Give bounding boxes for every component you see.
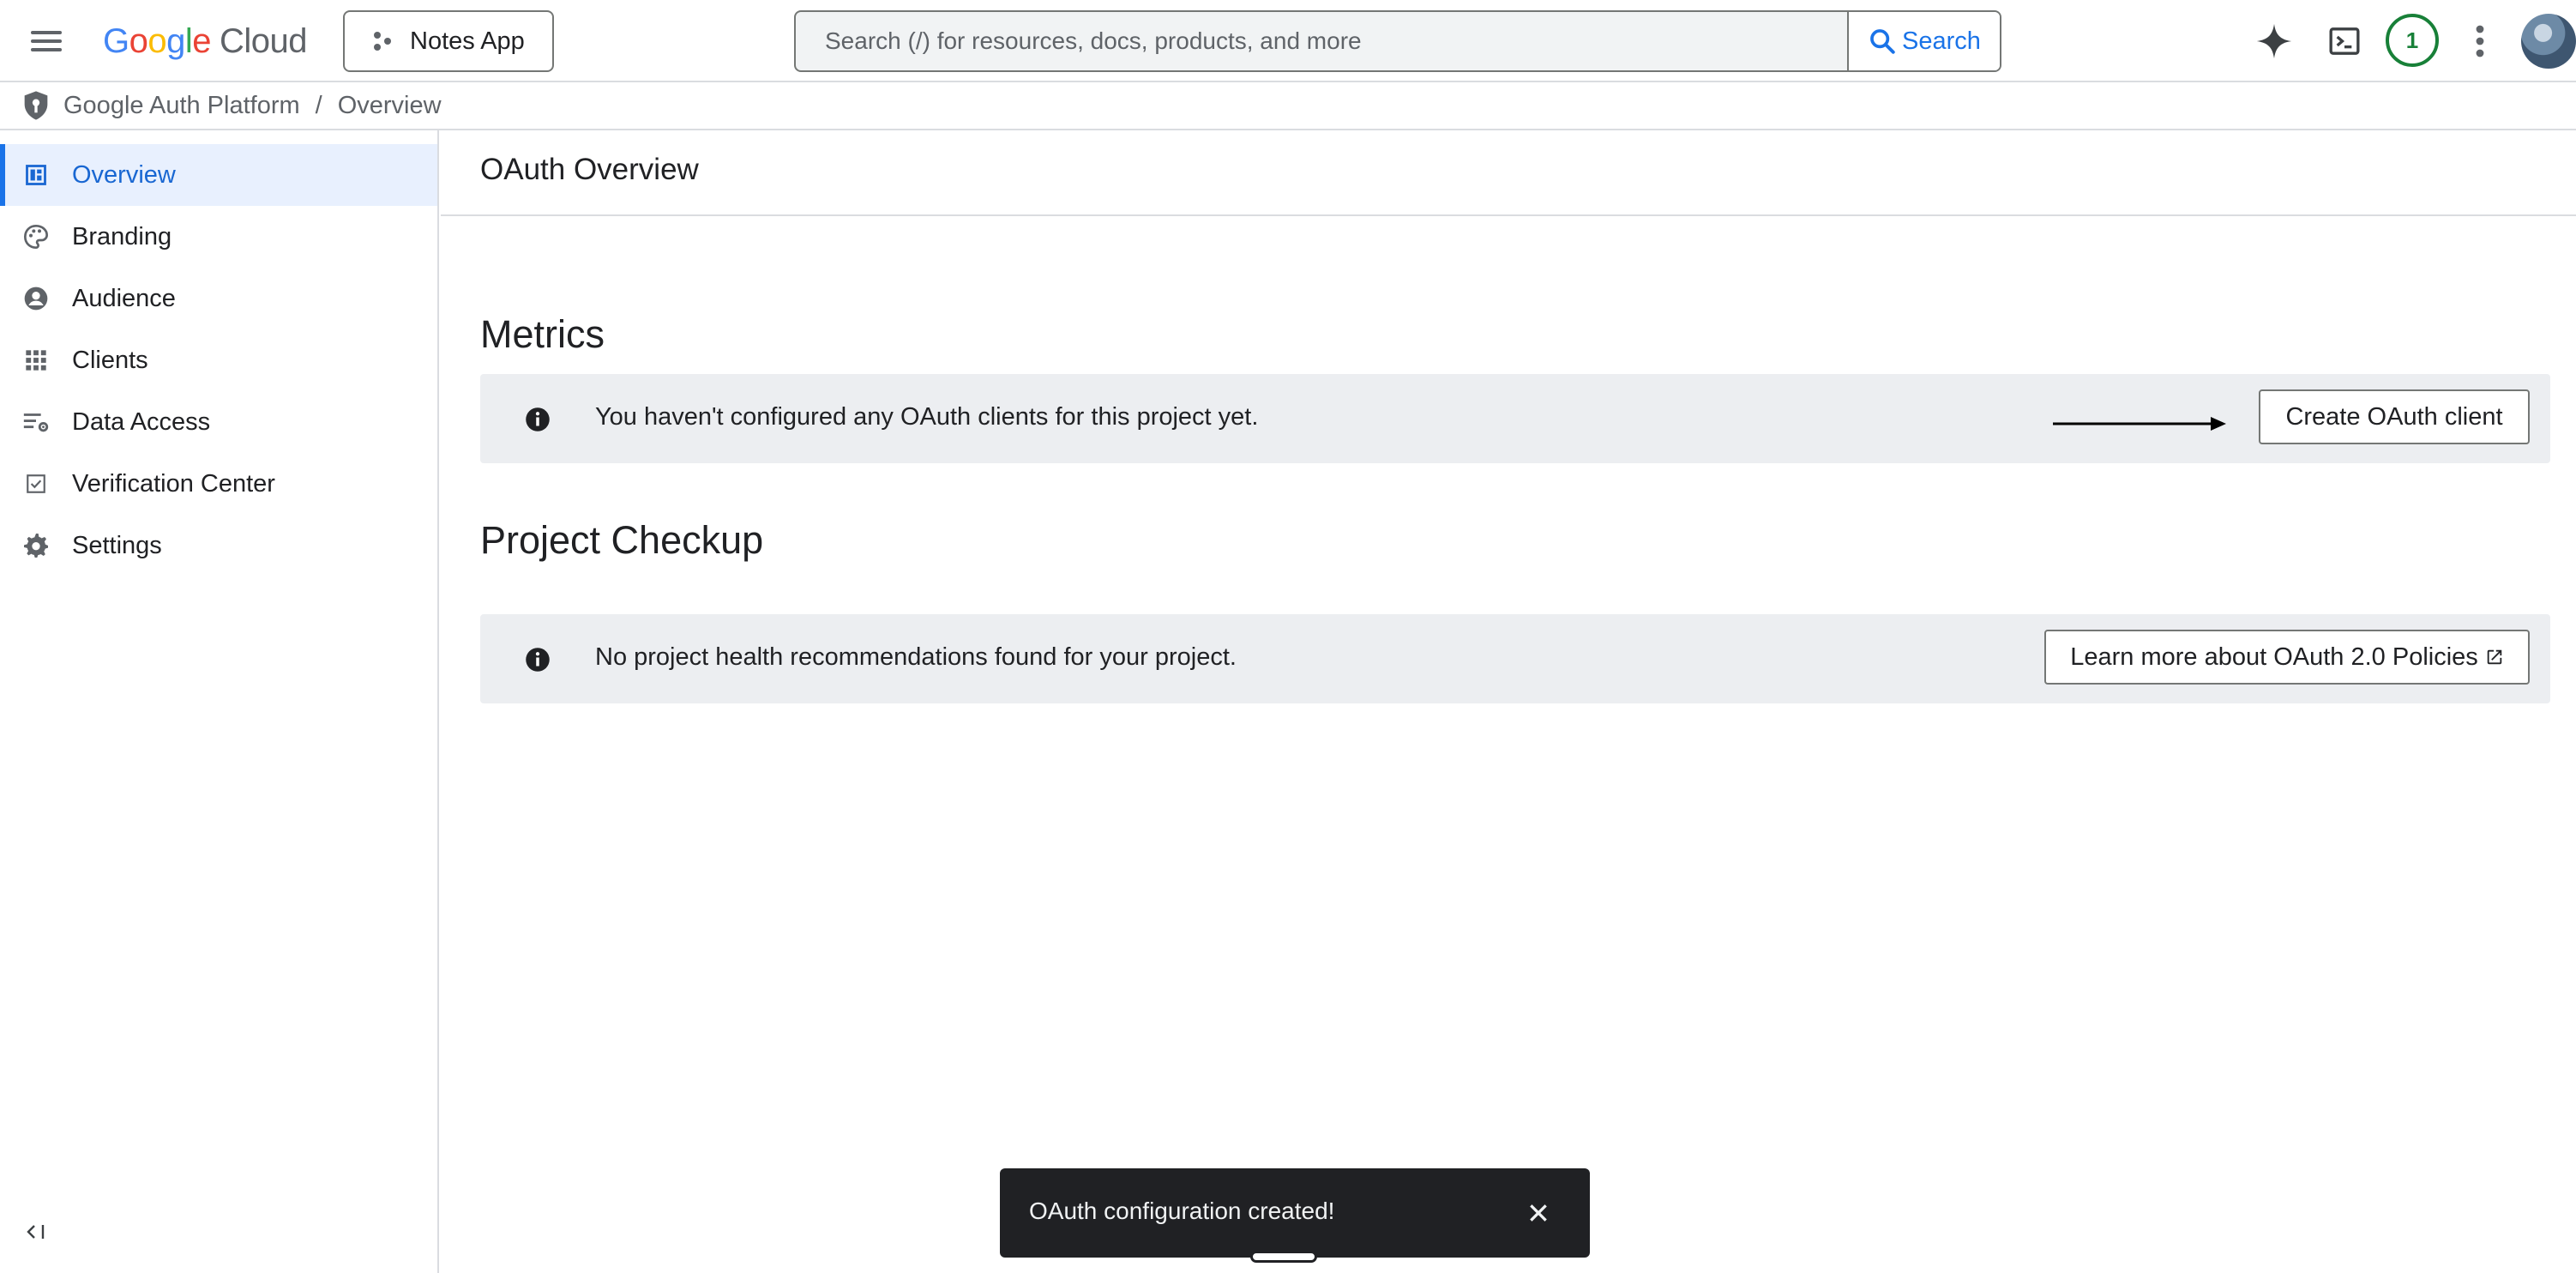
close-icon[interactable]	[1521, 1196, 1556, 1230]
sidebar-item-audience[interactable]: Audience	[0, 268, 437, 329]
project-checkup-message: No project health recommendations found …	[595, 643, 1237, 671]
google-cloud-logo[interactable]: Google Cloud	[103, 17, 308, 65]
shield-icon	[24, 91, 48, 120]
learn-more-oauth-policies-link[interactable]: Learn more about OAuth 2.0 Policies	[2044, 630, 2530, 685]
breadcrumb-overview: Overview	[337, 91, 442, 119]
search-button-label: Search	[1902, 27, 1981, 55]
search-icon	[1870, 29, 1895, 54]
learn-more-label: Learn more about OAuth 2.0 Policies	[2070, 643, 2478, 671]
filter-settings-icon	[21, 407, 51, 437]
info-icon	[526, 648, 550, 672]
checkbox-icon	[21, 468, 51, 499]
breadcrumb-google-auth-platform[interactable]: Google Auth Platform	[63, 92, 300, 120]
page-title: OAuth Overview	[480, 153, 699, 186]
top-app-bar: GoogleCloud Notes App Search 1	[0, 0, 2576, 82]
breadcrumb: Google Auth Platform / Overview	[0, 82, 2576, 130]
scroll-handle[interactable]	[1250, 1251, 1317, 1263]
snackbar-message: OAuth configuration created!	[1029, 1198, 1335, 1224]
search-button[interactable]: Search	[1847, 12, 2000, 70]
palette-icon	[21, 221, 51, 252]
cloud-shell-terminal-icon[interactable]	[2322, 19, 2367, 63]
apps-grid-icon	[21, 345, 51, 376]
sidebar-item-overview[interactable]: Overview	[0, 144, 437, 206]
project-name: Notes App	[410, 27, 525, 55]
sidebar-item-settings[interactable]: Settings	[0, 515, 437, 576]
search-input[interactable]	[796, 12, 1847, 70]
sidebar-item-data-access[interactable]: Data Access	[0, 391, 437, 453]
search-bar: Search	[794, 10, 2001, 72]
info-icon	[526, 407, 550, 431]
sidebar-item-label: Verification Center	[72, 469, 275, 498]
page-header: OAuth Overview	[441, 130, 2576, 216]
more-vert-icon[interactable]	[2458, 19, 2502, 63]
dashboard-icon	[21, 160, 51, 190]
sidebar-item-label: Settings	[72, 531, 162, 559]
project-nodes-icon	[374, 32, 391, 51]
sidebar-item-clients[interactable]: Clients	[0, 329, 437, 391]
sidebar-item-label: Branding	[72, 222, 172, 250]
sidebar-item-label: Clients	[72, 346, 148, 374]
collapse-sidebar-icon[interactable]	[21, 1213, 51, 1251]
sidebar-item-verification-center[interactable]: Verification Center	[0, 453, 437, 515]
gemini-sparkle-icon[interactable]	[2252, 19, 2296, 63]
project-picker-button[interactable]: Notes App	[343, 10, 554, 72]
sidebar-item-branding[interactable]: Branding	[0, 206, 437, 268]
breadcrumb-separator: /	[315, 91, 322, 119]
snackbar: OAuth configuration created!	[1000, 1168, 1590, 1258]
avatar[interactable]	[2521, 14, 2576, 69]
project-checkup-heading: Project Checkup	[480, 518, 764, 562]
metrics-heading: Metrics	[480, 312, 605, 356]
sidebar-item-label: Overview	[72, 160, 176, 189]
arrow-right-icon	[2053, 417, 2226, 431]
project-checkup-info-card: No project health recommendations found …	[480, 614, 2550, 703]
sidebar: Overview Branding Audience Clients Data …	[0, 130, 439, 1273]
metrics-info-card: You haven't configured any OAuth clients…	[480, 374, 2550, 463]
notification-count: 1	[2405, 27, 2419, 53]
sidebar-item-label: Data Access	[72, 407, 211, 436]
hamburger-menu-icon[interactable]	[26, 22, 69, 60]
notifications-badge[interactable]: 1	[2386, 14, 2439, 67]
account-circle-icon	[21, 283, 51, 314]
sidebar-item-label: Audience	[72, 284, 176, 312]
metrics-message: You haven't configured any OAuth clients…	[595, 403, 1259, 431]
create-oauth-client-button[interactable]: Create OAuth client	[2259, 389, 2530, 444]
gear-icon	[21, 530, 51, 561]
open-in-new-icon	[2487, 649, 2502, 665]
